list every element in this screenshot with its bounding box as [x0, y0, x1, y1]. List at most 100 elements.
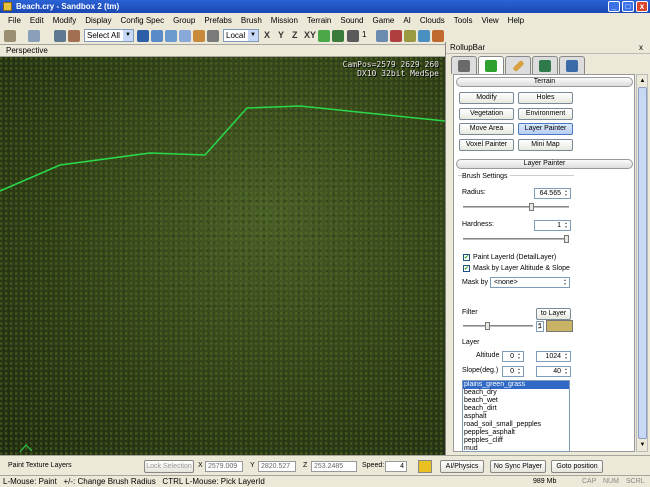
- x-coordinate-field[interactable]: 2579.009: [205, 461, 243, 472]
- list-item[interactable]: pepples_asphalt: [463, 429, 569, 437]
- terrain-section-header[interactable]: Terrain: [456, 77, 633, 87]
- axis-y-button[interactable]: Y: [278, 30, 284, 40]
- vegetation-button[interactable]: Vegetation: [459, 108, 514, 120]
- list-item[interactable]: beach_wet: [463, 397, 569, 405]
- terrain-map-icon[interactable]: [332, 30, 344, 42]
- menu-display[interactable]: Display: [85, 16, 111, 25]
- radius-slider-handle[interactable]: [529, 203, 534, 211]
- coord-space-dropdown[interactable]: Local ▼: [223, 29, 259, 42]
- menu-sound[interactable]: Sound: [340, 16, 363, 25]
- layer-painter-section-header[interactable]: Layer Painter: [456, 159, 633, 169]
- rollup-close-icon[interactable]: x: [636, 43, 646, 53]
- lock-selection-button[interactable]: Lock Selection: [144, 460, 194, 473]
- grid-icon[interactable]: [347, 30, 359, 42]
- menu-mission[interactable]: Mission: [271, 16, 298, 25]
- menu-ai[interactable]: AI: [403, 16, 411, 25]
- menu-terrain[interactable]: Terrain: [307, 16, 331, 25]
- modify-button[interactable]: Modify: [459, 92, 514, 104]
- minimize-button[interactable]: _: [608, 1, 620, 12]
- tab-modeling[interactable]: [505, 56, 531, 74]
- radius-slider[interactable]: [463, 203, 569, 211]
- link-icon[interactable]: [54, 30, 66, 42]
- move-icon[interactable]: [151, 30, 163, 42]
- physics-icon[interactable]: [418, 30, 430, 42]
- hardness-slider[interactable]: [463, 235, 569, 243]
- hardness-input[interactable]: 1: [534, 220, 571, 231]
- paint-layer-checkbox[interactable]: ✔: [463, 254, 470, 261]
- tab-terrain[interactable]: [478, 56, 504, 74]
- list-item[interactable]: asphalt: [463, 413, 569, 421]
- axis-z-button[interactable]: Z: [292, 30, 298, 40]
- mask-by-dropdown[interactable]: <none>: [490, 277, 570, 288]
- terrain-follow-icon[interactable]: [318, 30, 330, 42]
- rotate-icon[interactable]: [165, 30, 177, 42]
- ai-physics-button[interactable]: AI/Physics: [440, 460, 484, 473]
- select-mode-dropdown[interactable]: Select All ▼: [84, 29, 134, 42]
- menu-view[interactable]: View: [481, 16, 498, 25]
- layer-painter-button[interactable]: Layer Painter: [518, 123, 573, 135]
- angle-snap-icon[interactable]: [376, 30, 388, 42]
- redo-icon[interactable]: [28, 30, 40, 42]
- menu-group[interactable]: Group: [173, 16, 195, 25]
- layer-list[interactable]: plains_green_grass beach_dry beach_wet b…: [462, 380, 570, 452]
- axis-xy-button[interactable]: XY: [304, 30, 316, 40]
- list-item[interactable]: plains_green_grass: [463, 381, 569, 389]
- slope-max-input[interactable]: 40: [536, 366, 571, 377]
- filter-value[interactable]: 1: [536, 321, 544, 332]
- holes-button[interactable]: Holes: [518, 92, 573, 104]
- move-area-button[interactable]: Move Area: [459, 123, 514, 135]
- maximize-button[interactable]: □: [622, 1, 634, 12]
- scale-icon[interactable]: [179, 30, 191, 42]
- slope-min-input[interactable]: 0: [502, 366, 524, 377]
- menu-tools[interactable]: Tools: [454, 16, 473, 25]
- menu-prefabs[interactable]: Prefabs: [204, 16, 232, 25]
- y-coordinate-field[interactable]: 2820.527: [258, 461, 296, 472]
- speed-input[interactable]: 4: [385, 461, 407, 472]
- scroll-up-icon[interactable]: ▲: [638, 76, 647, 86]
- filter-color-swatch[interactable]: [546, 320, 573, 332]
- ruler-icon[interactable]: [390, 30, 402, 42]
- to-layer-button[interactable]: to Layer: [536, 308, 571, 320]
- menu-file[interactable]: File: [8, 16, 21, 25]
- lock-icon[interactable]: [418, 460, 432, 473]
- menu-modify[interactable]: Modify: [53, 16, 77, 25]
- no-sync-player-button[interactable]: No Sync Player: [490, 460, 546, 473]
- undo-icon[interactable]: [4, 30, 16, 42]
- list-item[interactable]: pepples_cliff: [463, 437, 569, 445]
- camera-icon[interactable]: [432, 30, 444, 42]
- filter-slider-handle[interactable]: [485, 322, 490, 330]
- tab-display[interactable]: [532, 56, 558, 74]
- voxel-painter-button[interactable]: Voxel Painter: [459, 139, 514, 151]
- rollup-scrollbar[interactable]: ▲ ▼: [636, 74, 648, 452]
- filter-slider[interactable]: [463, 322, 533, 330]
- close-button[interactable]: x: [636, 1, 648, 12]
- altitude-max-input[interactable]: 1024: [536, 351, 571, 362]
- menu-game[interactable]: Game: [373, 16, 395, 25]
- z-coordinate-field[interactable]: 253.2485: [311, 461, 357, 472]
- grid-value[interactable]: 1: [362, 30, 366, 42]
- tab-objects[interactable]: [451, 56, 477, 74]
- tab-layers[interactable]: [559, 56, 585, 74]
- altitude-min-input[interactable]: 0: [502, 351, 524, 362]
- scroll-down-icon[interactable]: ▼: [638, 440, 647, 450]
- select-arrow-icon[interactable]: [137, 30, 149, 42]
- environment-button[interactable]: Environment: [518, 108, 573, 120]
- menu-clouds[interactable]: Clouds: [420, 16, 445, 25]
- list-item[interactable]: road_soil_small_pepples: [463, 421, 569, 429]
- terrain-snap-icon[interactable]: [207, 30, 219, 42]
- menu-brush[interactable]: Brush: [241, 16, 262, 25]
- axis-x-button[interactable]: X: [264, 30, 270, 40]
- unlink-icon[interactable]: [68, 30, 80, 42]
- hardness-slider-handle[interactable]: [564, 235, 569, 243]
- goto-position-button[interactable]: Goto position: [551, 460, 603, 473]
- menu-help[interactable]: Help: [508, 16, 524, 25]
- radius-input[interactable]: 64.565: [534, 188, 571, 199]
- snap-icon[interactable]: [193, 30, 205, 42]
- list-item[interactable]: beach_dry: [463, 389, 569, 397]
- menu-config-spec[interactable]: Config Spec: [120, 16, 164, 25]
- list-item[interactable]: beach_dirt: [463, 405, 569, 413]
- mask-altitude-checkbox[interactable]: ✔: [463, 265, 470, 272]
- mini-map-button[interactable]: Mini Map: [518, 139, 573, 151]
- list-item[interactable]: mud: [463, 445, 569, 451]
- menu-edit[interactable]: Edit: [30, 16, 44, 25]
